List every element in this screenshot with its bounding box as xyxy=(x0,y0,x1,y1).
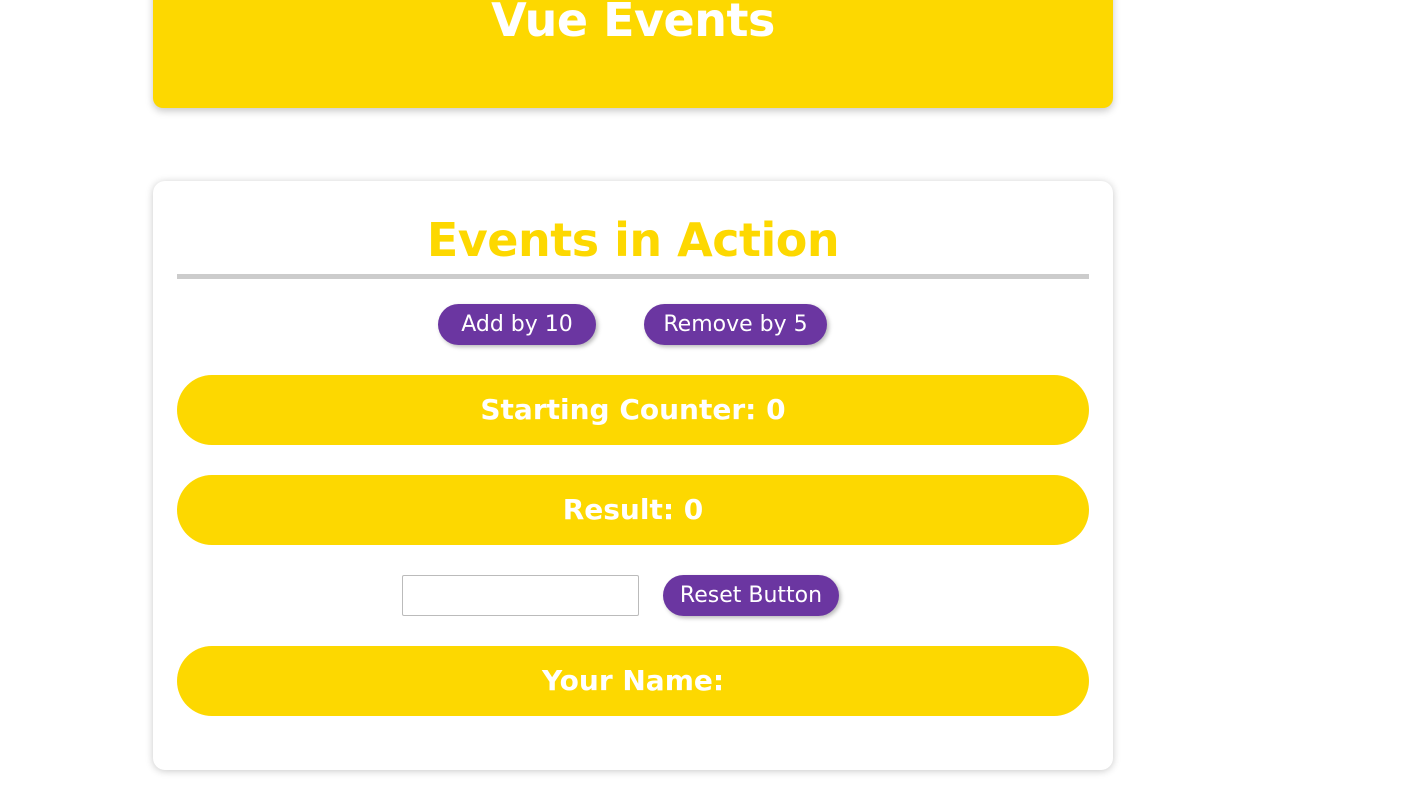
section-title: Events in Action xyxy=(426,213,840,267)
result-display: Result: 0 xyxy=(177,475,1089,545)
reset-button[interactable]: Reset Button xyxy=(663,575,839,616)
events-card: Events in Action Add by 10 Remove by 5 S… xyxy=(153,181,1113,770)
starting-counter-display: Starting Counter: 0 xyxy=(177,375,1089,445)
your-name-display: Your Name: xyxy=(177,646,1089,716)
header-banner: Vue Events xyxy=(153,0,1113,108)
remove-by-5-button[interactable]: Remove by 5 xyxy=(644,304,827,345)
page-title: Vue Events xyxy=(491,0,775,47)
title-divider xyxy=(177,274,1089,279)
add-by-10-button[interactable]: Add by 10 xyxy=(438,304,596,345)
name-input[interactable] xyxy=(402,575,639,616)
